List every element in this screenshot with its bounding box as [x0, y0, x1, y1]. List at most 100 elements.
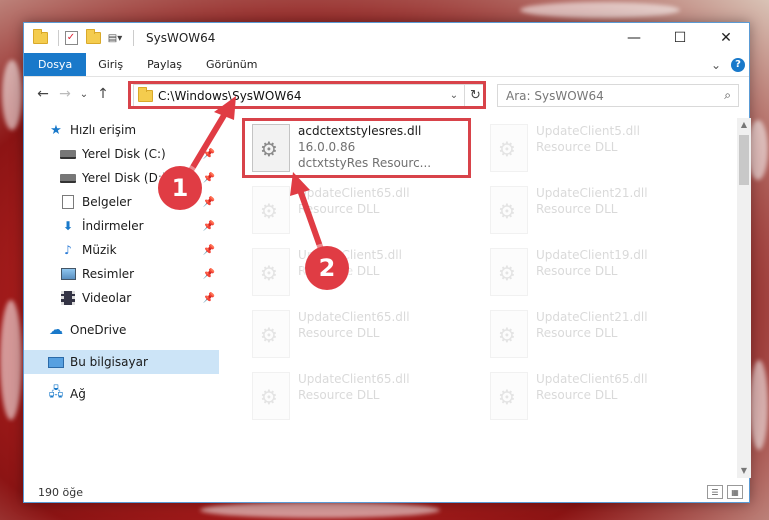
- pin-icon[interactable]: 📌: [203, 269, 215, 280]
- pin-icon[interactable]: 📌: [203, 197, 215, 208]
- annotation-badge-2: 2: [305, 246, 349, 290]
- sidebar-item-videos[interactable]: Videolar 📌: [24, 286, 219, 310]
- sidebar-item-label: Hızlı erişim: [70, 123, 137, 137]
- separator: [133, 30, 134, 46]
- scrollbar-thumb[interactable]: [739, 135, 749, 185]
- ribbon-tabs: Dosya Giriş Paylaş Görünüm ⌄ ?: [24, 53, 749, 77]
- details-view-icon[interactable]: ☰: [707, 485, 723, 499]
- tab-view[interactable]: Görünüm: [194, 53, 269, 76]
- file-name: UpdateClient21.dll: [536, 186, 648, 200]
- pin-icon[interactable]: 📌: [203, 173, 215, 184]
- item-count: 190 öğe: [38, 485, 83, 499]
- file-name: UpdateClient21.dll: [536, 310, 648, 324]
- file-item[interactable]: UpdateClient65.dll Resource DLL: [484, 368, 709, 428]
- new-folder-icon[interactable]: [85, 29, 101, 46]
- folder-icon[interactable]: [32, 29, 48, 46]
- sidebar-item-label: Müzik: [82, 243, 117, 257]
- disk-icon: [60, 147, 76, 161]
- file-name: UpdateClient19.dll: [536, 248, 648, 262]
- sidebar-item-pictures[interactable]: Resimler 📌: [24, 262, 219, 286]
- file-description: Resource DLL: [298, 388, 380, 402]
- file-highlight-box: [242, 118, 471, 178]
- computer-icon: [48, 355, 64, 369]
- dll-file-icon: [490, 124, 528, 172]
- sidebar-item-downloads[interactable]: ⬇ İndirmeler 📌: [24, 214, 219, 238]
- properties-icon[interactable]: ✓: [63, 30, 79, 46]
- sidebar-item-label: Ağ: [70, 387, 86, 401]
- back-arrow-icon[interactable]: ←: [32, 86, 54, 102]
- dll-file-icon: [490, 186, 528, 234]
- tab-file[interactable]: Dosya: [24, 53, 87, 76]
- sidebar-item-network[interactable]: 🖧 Ağ: [24, 382, 219, 406]
- forward-arrow-icon[interactable]: →: [54, 86, 76, 102]
- dll-file-icon: [252, 248, 290, 296]
- pin-icon[interactable]: 📌: [203, 221, 215, 232]
- network-icon: 🖧: [48, 385, 64, 400]
- file-item[interactable]: UpdateClient5.dll Resource DLL: [484, 120, 709, 180]
- search-input[interactable]: Ara: SysWOW64 ⌕: [497, 84, 739, 107]
- close-button[interactable]: ✕: [703, 23, 749, 53]
- file-item[interactable]: UpdateClient21.dll Resource DLL: [484, 182, 709, 242]
- file-item[interactable]: UpdateClient19.dll Resource DLL: [484, 244, 709, 304]
- scroll-up-icon[interactable]: ▲: [737, 118, 751, 132]
- search-placeholder: Ara: SysWOW64: [506, 88, 604, 103]
- maximize-button[interactable]: ☐: [657, 23, 703, 53]
- file-name: UpdateClient65.dll: [298, 310, 410, 324]
- sidebar-item-local-disk-c[interactable]: Yerel Disk (C:) 📌: [24, 142, 219, 166]
- vertical-scrollbar[interactable]: ▲ ▼: [737, 118, 751, 478]
- scroll-down-icon[interactable]: ▼: [737, 464, 751, 478]
- file-item[interactable]: UpdateClient65.dll Resource DLL: [246, 368, 471, 428]
- large-icons-view-icon[interactable]: ▦: [727, 485, 743, 499]
- tab-share[interactable]: Paylaş: [135, 53, 194, 76]
- address-highlight-box: [128, 81, 486, 109]
- file-item[interactable]: UpdateClient65.dll Resource DLL: [246, 306, 471, 366]
- up-arrow-icon[interactable]: ↑: [92, 86, 114, 102]
- dll-file-icon: [252, 310, 290, 358]
- sidebar-item-onedrive[interactable]: ☁ OneDrive: [24, 318, 219, 342]
- pictures-icon: [60, 267, 76, 281]
- sidebar-item-music[interactable]: ♪ Müzik 📌: [24, 238, 219, 262]
- sidebar-item-label: Yerel Disk (D:): [82, 171, 167, 185]
- download-icon: ⬇: [62, 219, 74, 233]
- sidebar-item-label: Yerel Disk (C:): [82, 147, 166, 161]
- sidebar-item-label: Belgeler: [82, 195, 132, 209]
- file-description: Resource DLL: [536, 140, 618, 154]
- separator: [58, 30, 59, 46]
- dll-file-icon: [252, 186, 290, 234]
- cloud-icon: ☁: [49, 322, 63, 338]
- dll-file-icon: [252, 372, 290, 420]
- recent-locations-icon[interactable]: ⌄: [76, 89, 92, 100]
- file-item[interactable]: UpdateClient5.dll Resource DLL: [246, 244, 471, 304]
- file-item[interactable]: UpdateClient21.dll Resource DLL: [484, 306, 709, 366]
- file-name: UpdateClient65.dll: [298, 186, 410, 200]
- dll-file-icon: [490, 248, 528, 296]
- title-bar: ✓ ▤▾ SysWOW64 — ☐ ✕: [24, 23, 749, 53]
- file-description: Resource DLL: [536, 388, 618, 402]
- window-title: SysWOW64: [146, 31, 216, 45]
- pin-icon[interactable]: 📌: [203, 149, 215, 160]
- star-icon: ★: [50, 122, 62, 138]
- pin-icon[interactable]: 📌: [203, 293, 215, 304]
- file-item[interactable]: UpdateClient65.dll Resource DLL: [246, 182, 471, 242]
- sidebar-item-label: Videolar: [82, 291, 132, 305]
- customize-toolbar-icon[interactable]: ▤▾: [107, 30, 123, 46]
- file-description: Resource DLL: [298, 326, 380, 340]
- minimize-button[interactable]: —: [611, 23, 657, 53]
- disk-icon: [60, 171, 76, 185]
- music-icon: ♪: [64, 243, 72, 257]
- sidebar-item-label: Bu bilgisayar: [70, 355, 148, 369]
- file-name: UpdateClient65.dll: [536, 372, 648, 386]
- status-bar: 190 öğe ☰ ▦: [24, 481, 749, 503]
- sidebar-item-this-pc[interactable]: Bu bilgisayar: [24, 350, 219, 374]
- file-description: Resource DLL: [298, 202, 380, 216]
- pin-icon[interactable]: 📌: [203, 245, 215, 256]
- sidebar-item-label: İndirmeler: [82, 219, 144, 233]
- file-name: UpdateClient5.dll: [536, 124, 640, 138]
- expand-ribbon-icon[interactable]: ⌄: [711, 58, 721, 72]
- search-icon[interactable]: ⌕: [724, 88, 731, 103]
- sidebar-item-quick-access[interactable]: ★ Hızlı erişim: [24, 118, 219, 142]
- help-icon[interactable]: ?: [731, 57, 745, 72]
- tab-home[interactable]: Giriş: [86, 53, 135, 76]
- file-name: UpdateClient65.dll: [298, 372, 410, 386]
- file-description: Resource DLL: [536, 264, 618, 278]
